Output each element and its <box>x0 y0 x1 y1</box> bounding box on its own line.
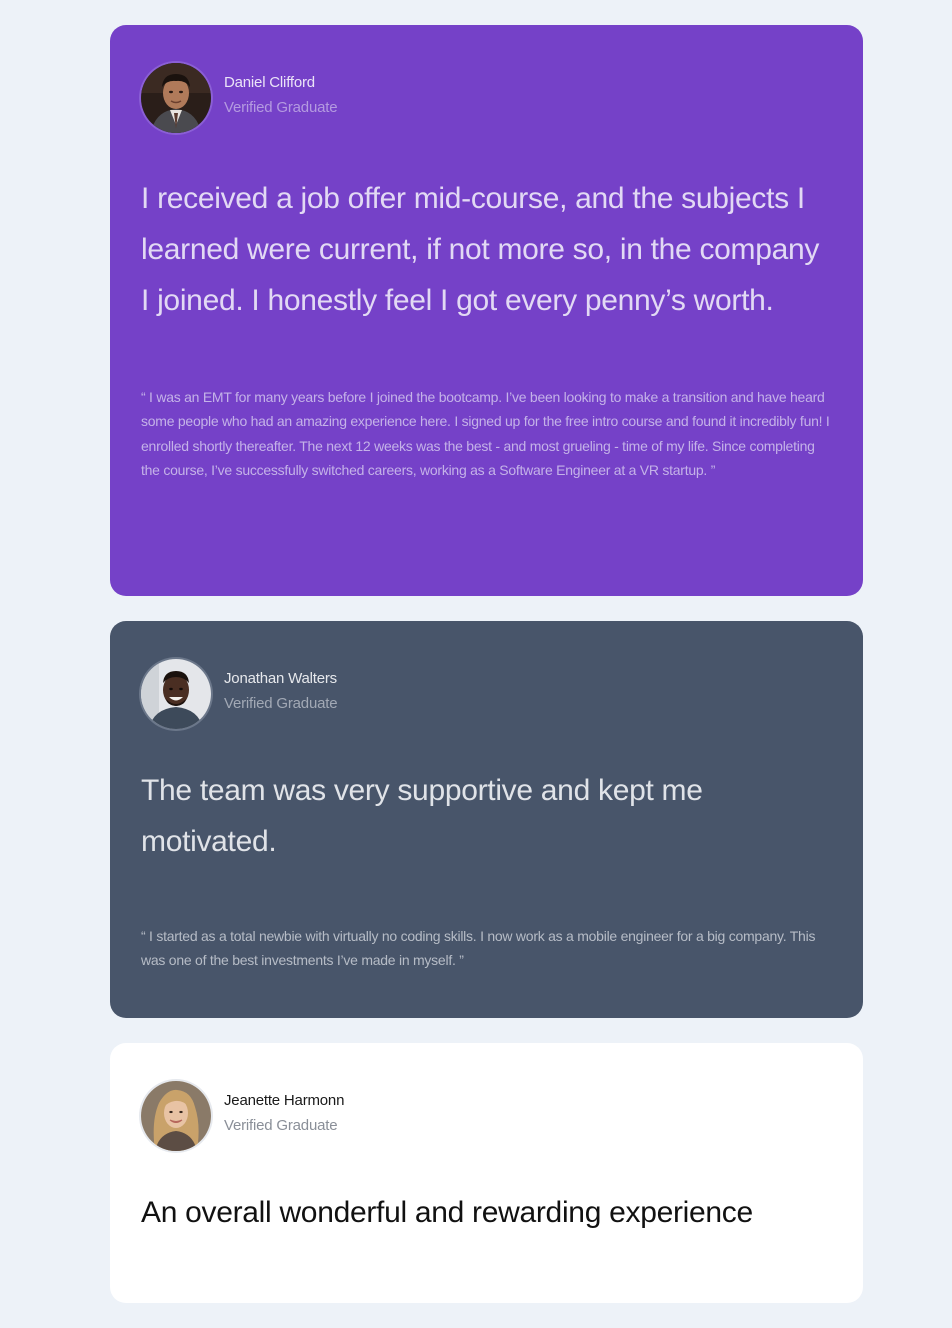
testimonial-headline: The team was very supportive and kept me… <box>141 774 703 858</box>
testimonial-author: Jonathan Walters Verified Graduate <box>141 659 832 729</box>
avatar <box>141 1081 211 1151</box>
author-role: Verified Graduate <box>224 99 338 116</box>
author-role: Verified Graduate <box>224 1117 338 1134</box>
author-meta: Daniel Clifford Verified Graduate <box>224 72 338 119</box>
testimonial-quote: “ I was an EMT for many years before I j… <box>141 389 830 479</box>
testimonial-author: Daniel Clifford Verified Graduate <box>141 63 832 133</box>
testimonial-author: Jeanette Harmonn Verified Graduate <box>141 1081 832 1151</box>
testimonial-headline: I received a job offer mid-course, and t… <box>141 182 820 317</box>
avatar <box>141 659 211 729</box>
author-role: Verified Graduate <box>224 695 338 712</box>
testimonial-headline: An overall wonderful and rewarding exper… <box>141 1196 753 1229</box>
testimonial-card-daniel: Daniel Clifford Verified Graduate I rece… <box>110 25 863 596</box>
avatar <box>141 63 211 133</box>
testimonials-list: Daniel Clifford Verified Graduate I rece… <box>110 25 863 1328</box>
author-meta: Jeanette Harmonn Verified Graduate <box>224 1090 344 1137</box>
author-meta: Jonathan Walters Verified Graduate <box>224 668 338 715</box>
testimonial-quote: “ I started as a total newbie with virtu… <box>141 928 816 969</box>
author-name: Jeanette Harmonn <box>224 1092 345 1109</box>
author-name: Jonathan Walters <box>224 670 337 687</box>
testimonial-card-jonathan: Jonathan Walters Verified Graduate The t… <box>110 621 863 1018</box>
testimonial-card-jeanette: Jeanette Harmonn Verified Graduate An ov… <box>110 1043 863 1303</box>
author-name: Daniel Clifford <box>224 74 315 91</box>
